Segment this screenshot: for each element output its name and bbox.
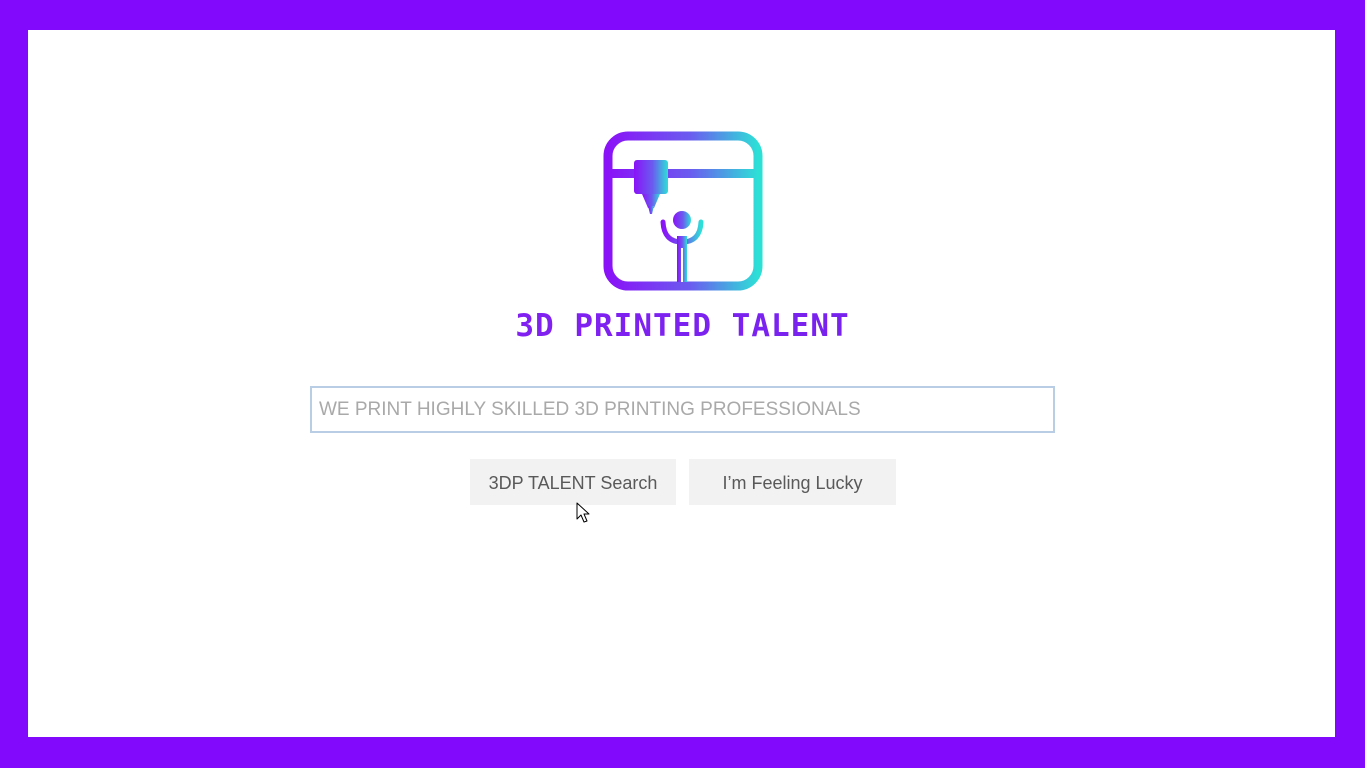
feeling-lucky-button[interactable]: I’m Feeling Lucky bbox=[689, 459, 896, 505]
3d-printer-person-icon bbox=[603, 131, 763, 291]
brand-name: 3D PRINTED TALENT bbox=[0, 304, 1365, 348]
search-box[interactable] bbox=[310, 386, 1055, 433]
mouse-pointer-icon bbox=[576, 502, 590, 523]
search-input[interactable] bbox=[312, 388, 1053, 431]
search-button[interactable]: 3DP TALENT Search bbox=[470, 459, 676, 505]
